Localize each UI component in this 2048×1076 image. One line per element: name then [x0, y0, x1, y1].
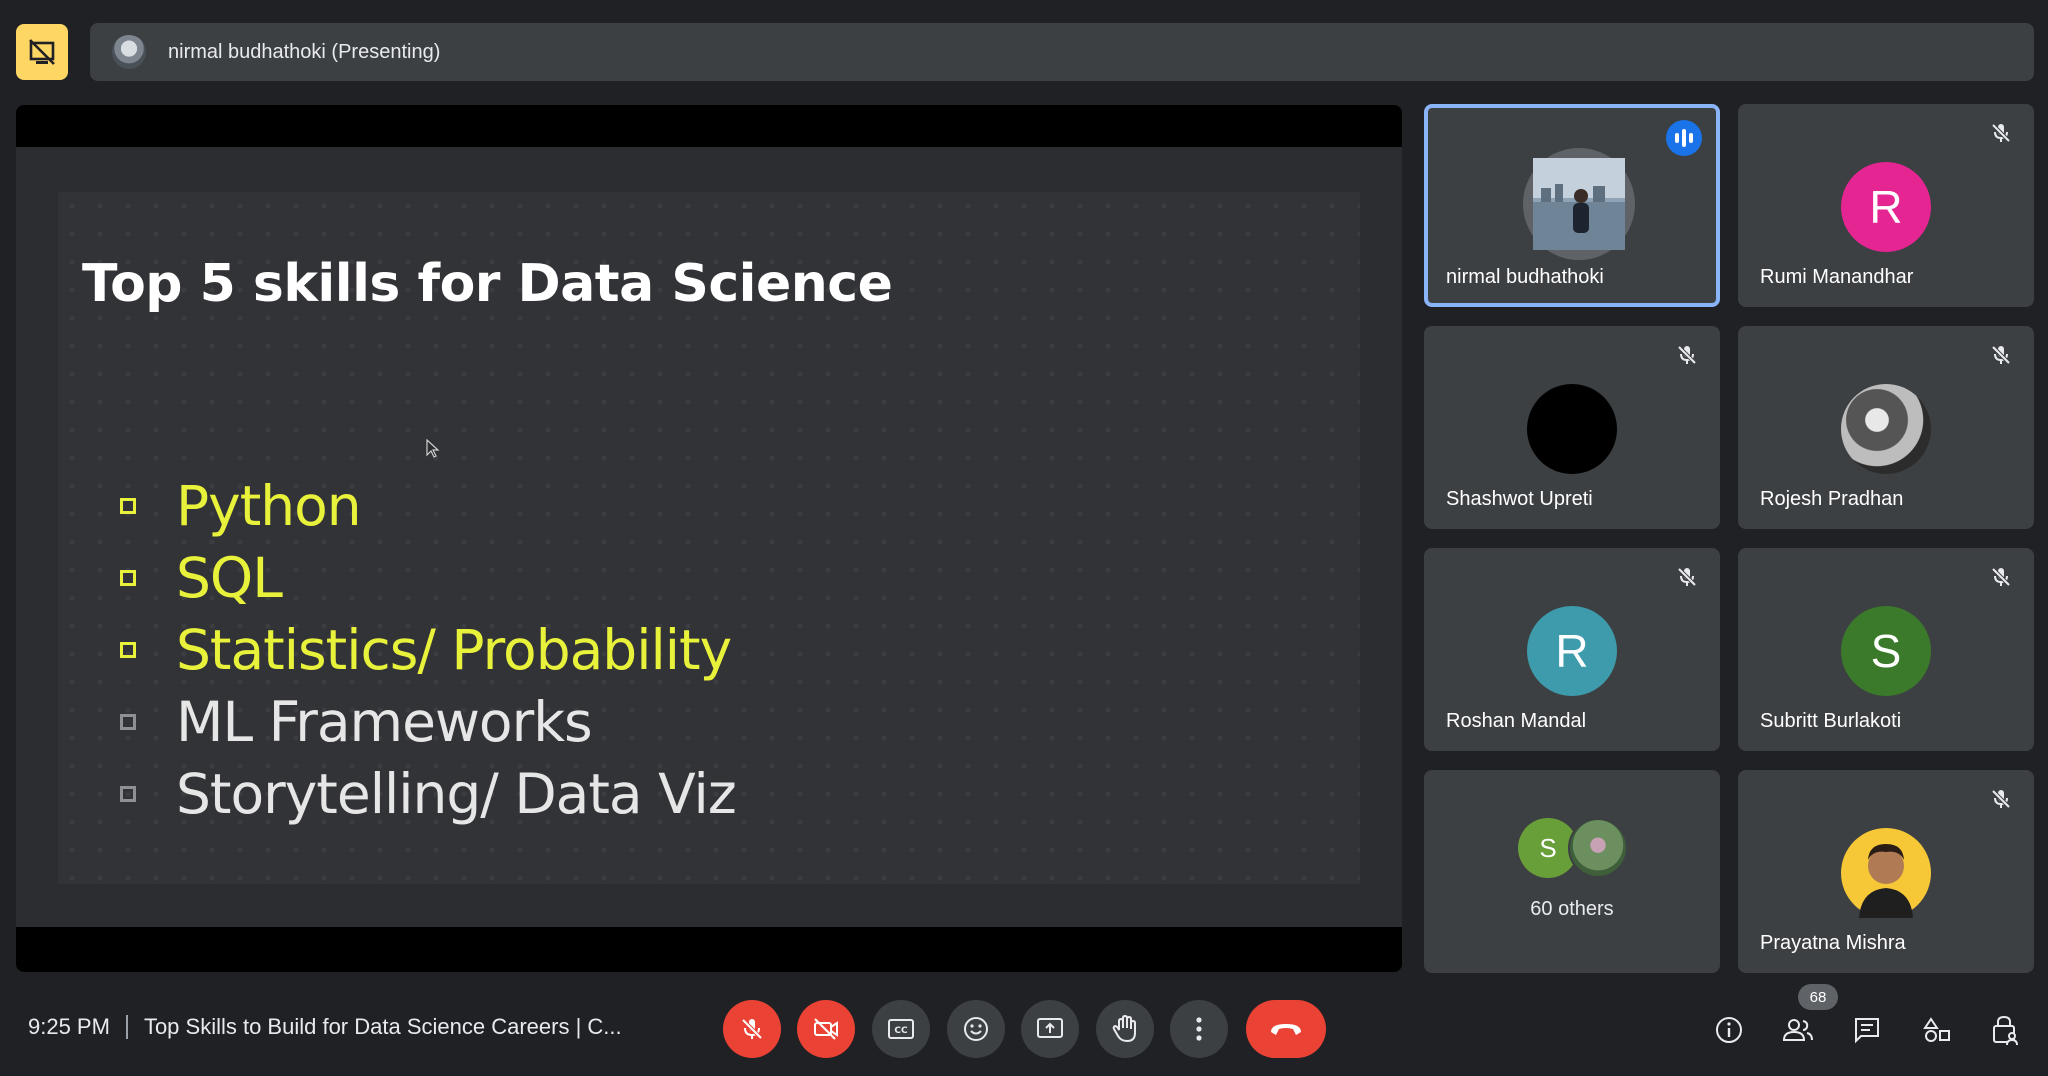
mic-off-icon	[1991, 123, 2011, 143]
participant-tile-others[interactable]: S 60 others	[1424, 770, 1720, 973]
presenting-bar: nirmal budhathoki (Presenting)	[90, 23, 2034, 81]
avatar	[1841, 828, 1931, 918]
mic-off-icon	[1991, 567, 2011, 587]
participant-tile-rojesh-pradhan[interactable]: Rojesh Pradhan	[1738, 326, 2034, 529]
reactions-button[interactable]	[947, 1000, 1005, 1058]
people-icon	[1782, 1019, 1813, 1041]
info-icon	[1716, 1017, 1742, 1043]
chat-icon	[1855, 1018, 1879, 1044]
shapes-icon	[1923, 1017, 1950, 1042]
camera-off-icon	[814, 1018, 838, 1040]
leave-call-button[interactable]	[1246, 1000, 1326, 1058]
present-screen-icon	[1037, 1018, 1063, 1038]
participant-name: Subritt Burlakoti	[1760, 710, 1902, 732]
participant-name: Rojesh Pradhan	[1760, 488, 1904, 510]
end-call-icon	[1271, 1024, 1301, 1035]
participant-tile-prayatna-mishra[interactable]: Prayatna Mishra	[1738, 770, 2034, 973]
presenter-avatar	[112, 35, 146, 69]
others-avatars: S	[1518, 818, 1638, 878]
bullet-square-icon	[120, 498, 136, 514]
presenter-label: nirmal budhathoki (Presenting)	[168, 40, 441, 63]
avatar	[1841, 384, 1931, 474]
stop-presenting-button[interactable]	[16, 24, 68, 80]
raise-hand-button[interactable]	[1096, 1000, 1154, 1058]
others-label: 60 others	[1530, 898, 1614, 920]
more-options-button[interactable]	[1170, 1000, 1228, 1058]
chat-button[interactable]	[1847, 1010, 1887, 1050]
participant-name: Shashwot Upreti	[1446, 488, 1593, 510]
bullet-item: Storytelling/ Data Viz	[120, 758, 737, 830]
people-count-badge: 68	[1798, 984, 1838, 1010]
raise-hand-icon	[1112, 1014, 1136, 1043]
microphone-toggle-button[interactable]	[723, 1000, 781, 1058]
bullet-item: SQL	[120, 542, 736, 614]
participant-name: nirmal budhathoki	[1446, 266, 1604, 288]
camera-toggle-button[interactable]	[797, 1000, 855, 1058]
bullet-square-icon	[120, 642, 136, 658]
meeting-title: Top Skills to Build for Data Science Car…	[143, 1014, 622, 1039]
avatar	[1527, 384, 1617, 474]
bullet-square-icon	[120, 714, 136, 730]
emoji-icon	[964, 1017, 988, 1041]
mouse-cursor-icon	[426, 439, 440, 458]
meeting-details-button[interactable]	[1709, 1010, 1749, 1050]
participant-tile-roshan-mandal[interactable]: R Roshan Mandal	[1424, 548, 1720, 751]
divider	[125, 1015, 128, 1039]
activities-button[interactable]	[1917, 1010, 1957, 1050]
mic-off-icon	[1991, 345, 2011, 365]
slide-title: Top 5 skills for Data Science	[82, 254, 893, 314]
avatar: R	[1527, 606, 1617, 696]
clock: 9:25 PM	[28, 1014, 110, 1039]
participant-name: Roshan Mandal	[1446, 710, 1587, 732]
people-button[interactable]	[1778, 1010, 1818, 1050]
participant-name: Prayatna Mishra	[1760, 932, 1906, 954]
mic-off-icon	[1677, 567, 1697, 587]
closed-captions-icon: CC	[888, 1019, 914, 1039]
mic-off-icon	[1677, 345, 1697, 365]
participant-tile-nirmal-budhathoki[interactable]: nirmal budhathoki	[1424, 104, 1720, 307]
slide-bullet-list: Python SQL Statistics/ Probability ML Fr…	[120, 470, 737, 830]
avatar	[1568, 818, 1628, 878]
stop-presenting-icon	[29, 39, 55, 65]
svg-text:CC: CC	[894, 1026, 908, 1036]
captions-button[interactable]: CC	[872, 1000, 930, 1058]
bullet-item: Python	[120, 470, 736, 542]
person-photo-icon	[1533, 158, 1625, 250]
speaking-indicator-icon	[1666, 120, 1702, 156]
bullet-square-icon	[120, 570, 136, 586]
participant-tile-subritt-burlakoti[interactable]: S Subritt Burlakoti	[1738, 548, 2034, 751]
bullet-item: ML Frameworks	[120, 686, 736, 758]
meeting-info: 9:25 PM Top Skills to Build for Data Sci…	[28, 1014, 622, 1040]
participant-name: Rumi Manandhar	[1760, 266, 1914, 288]
host-controls-button[interactable]	[1985, 1010, 2025, 1050]
person-photo-icon	[1859, 844, 1913, 918]
bullet-item: Statistics/ Probability	[120, 614, 736, 686]
shared-screen: Top 5 skills for Data Science Python SQL…	[16, 105, 1402, 972]
mic-off-icon	[741, 1018, 763, 1040]
bullet-square-icon	[120, 786, 136, 802]
avatar: S	[1841, 606, 1931, 696]
lock-person-icon	[1993, 1015, 2018, 1046]
avatar: R	[1841, 162, 1931, 252]
present-screen-button[interactable]	[1021, 1000, 1079, 1058]
mic-off-icon	[1991, 789, 2011, 809]
slide: Top 5 skills for Data Science Python SQL…	[16, 147, 1402, 927]
avatar	[1523, 148, 1635, 260]
more-vert-icon	[1196, 1017, 1202, 1041]
participant-tile-shashwot-upreti[interactable]: Shashwot Upreti	[1424, 326, 1720, 529]
participant-tile-rumi-manandhar[interactable]: R Rumi Manandhar	[1738, 104, 2034, 307]
